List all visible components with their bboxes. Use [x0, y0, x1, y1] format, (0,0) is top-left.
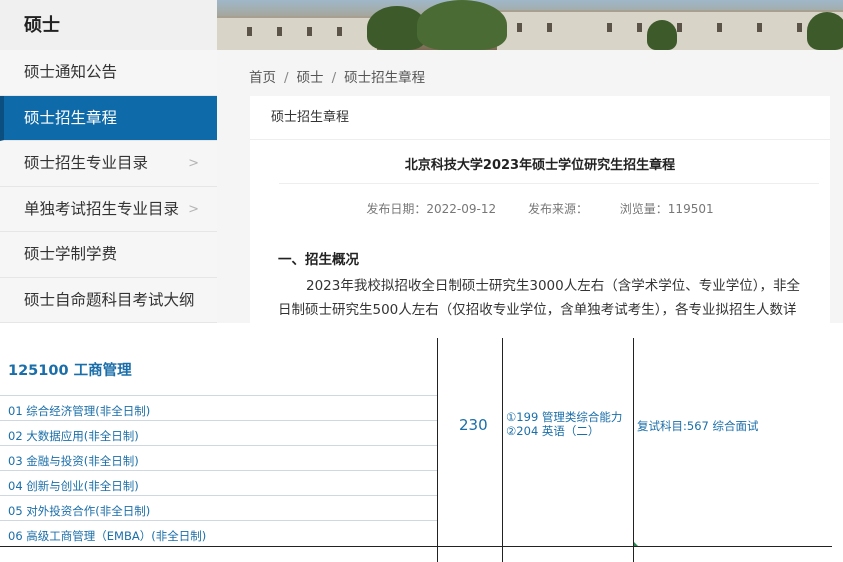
direction-item: 03 金融与投资(非全日制) [8, 454, 139, 468]
exam-subject: ①199 管理类综合能力 [506, 410, 623, 424]
view-count: 浏览量：119501 [619, 202, 714, 216]
breadcrumb-separator: / [284, 70, 289, 86]
section-heading: 一、招生概况 [278, 252, 359, 268]
sidebar-item-tuition[interactable]: 硕士学制学费 [0, 232, 217, 278]
row-divider [0, 520, 437, 521]
sidebar: 硕士 硕士通知公告 硕士招生章程 硕士招生专业目录 > 单独考试招生专业目录 >… [0, 0, 217, 323]
chevron-right-icon: > [188, 156, 199, 171]
row-divider [0, 445, 437, 446]
direction-item: 06 高级工商管理（EMBA）(非全日制) [8, 529, 207, 543]
enrollment-quota: 230 [459, 416, 488, 434]
publish-date: 发布日期：2022-09-12 [366, 202, 497, 216]
sidebar-item-label: 硕士学制学费 [24, 245, 118, 263]
direction-item: 04 创新与创业(非全日制) [8, 479, 139, 493]
major-name: 125100 工商管理 [8, 363, 132, 379]
breadcrumb: 首页 / 硕士 / 硕士招生章程 [249, 66, 425, 86]
page-top: 硕士 硕士通知公告 硕士招生章程 硕士招生专业目录 > 单独考试招生专业目录 >… [0, 0, 843, 342]
sidebar-item-label: 硕士招生章程 [24, 108, 118, 127]
sidebar-item-major-catalog[interactable]: 硕士招生专业目录 > [0, 141, 217, 187]
table-column-divider [633, 338, 634, 562]
sidebar-item-admission-rules[interactable]: 硕士招生章程 [0, 95, 217, 141]
breadcrumb-separator: / [331, 70, 337, 86]
article-meta: 发布日期：2022-09-12 发布来源： 浏览量：119501 [250, 200, 830, 217]
campus-banner-image [217, 0, 843, 50]
sidebar-item-label: 硕士自命题科目考试大纲 [24, 290, 195, 309]
main-content: 首页 / 硕士 / 硕士招生章程 硕士招生章程 北京科技大学2023年硕士学位研究生招生… [217, 50, 843, 342]
row-divider [0, 420, 437, 421]
chevron-right-icon: > [188, 201, 199, 217]
table-column-divider [437, 338, 438, 562]
exam-subject: ②204 英语（二） [506, 424, 600, 438]
article-title: 北京科技大学2023年硕士学位研究生招生章程 [404, 158, 676, 173]
table-bottom-border [0, 546, 832, 547]
sidebar-item-independent-exam-catalog[interactable]: 单独考试招生专业目录 > [0, 186, 217, 232]
breadcrumb-level1-link[interactable]: 硕士 [297, 70, 324, 86]
breadcrumb-current: 硕士招生章程 [344, 70, 426, 86]
direction-item: 02 大数据应用(非全日制) [8, 429, 139, 443]
sidebar-item-exam-syllabus[interactable]: 硕士自命题科目考试大纲 [0, 277, 217, 323]
row-divider [0, 470, 437, 471]
sidebar-item-label: 单独考试招生专业目录 [24, 199, 180, 218]
major-table: 125100 工商管理 01 综合经济管理(非全日制) 02 大数据应用(非全日… [0, 323, 843, 562]
publish-source: 发布来源： [527, 202, 588, 216]
divider [279, 183, 819, 184]
article-card: 硕士招生章程 北京科技大学2023年硕士学位研究生招生章程 发布日期：2022-… [250, 96, 830, 342]
row-divider [0, 395, 437, 396]
exam-subjects: ①199 管理类综合能力 ②204 英语（二） [506, 410, 622, 438]
sidebar-item-label: 硕士招生专业目录 [24, 154, 149, 172]
breadcrumb-home-link[interactable]: 首页 [249, 70, 276, 86]
card-header: 硕士招生章程 [250, 96, 830, 140]
retest-subject: 复试科目:567 综合面试 [637, 419, 759, 433]
direction-item: 05 对外投资合作(非全日制) [8, 504, 151, 518]
row-divider [0, 495, 437, 496]
direction-item: 01 综合经济管理(非全日制) [8, 404, 151, 418]
sidebar-item-label: 硕士通知公告 [24, 63, 118, 81]
sidebar-title: 硕士 [0, 0, 217, 50]
sidebar-item-notices[interactable]: 硕士通知公告 [0, 50, 217, 96]
table-column-divider [502, 338, 503, 562]
